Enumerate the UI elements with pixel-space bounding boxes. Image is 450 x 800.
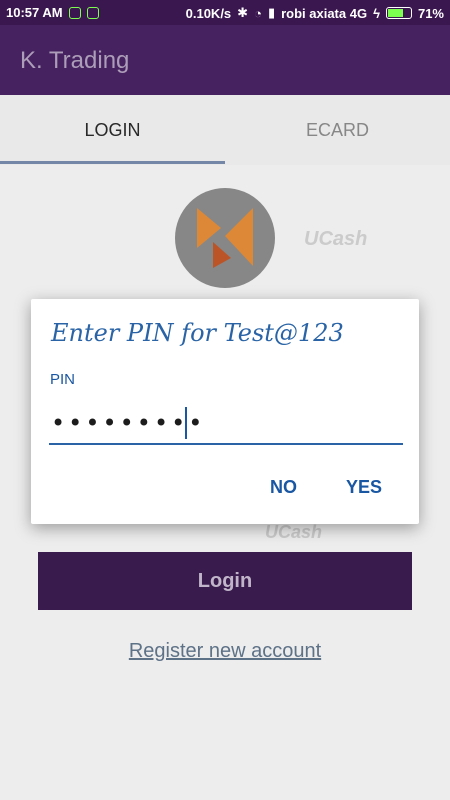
pin-label: PIN	[50, 371, 76, 388]
pin-input[interactable]	[49, 403, 403, 445]
battery-icon	[385, 7, 412, 19]
text-cursor	[185, 407, 187, 439]
yes-button[interactable]: YES	[346, 477, 382, 498]
signal-icon: ▮	[267, 5, 276, 20]
battery-fill	[387, 9, 403, 17]
status-bar: 10:57 AM 0.10K/s ✱ ◔ ▮ robi axiata 4G ϟ …	[0, 0, 450, 25]
carrier-name: robi axiata 4G	[281, 5, 368, 21]
status-time: 10:57 AM	[6, 5, 63, 20]
sim-icon	[68, 6, 81, 19]
bluetooth-icon: ✱	[237, 5, 249, 20]
dialog-title: Enter PIN for Test@123	[51, 319, 344, 347]
network-speed: 0.10K/s	[185, 5, 232, 21]
battery-percent: 71%	[417, 5, 444, 21]
pin-dialog: Enter PIN for Test@123 PIN NO YES	[31, 299, 419, 524]
no-button[interactable]: NO	[270, 477, 297, 498]
notification-icon	[86, 6, 99, 19]
wifi-icon: ◔	[254, 5, 262, 21]
charging-icon: ϟ	[373, 5, 380, 21]
